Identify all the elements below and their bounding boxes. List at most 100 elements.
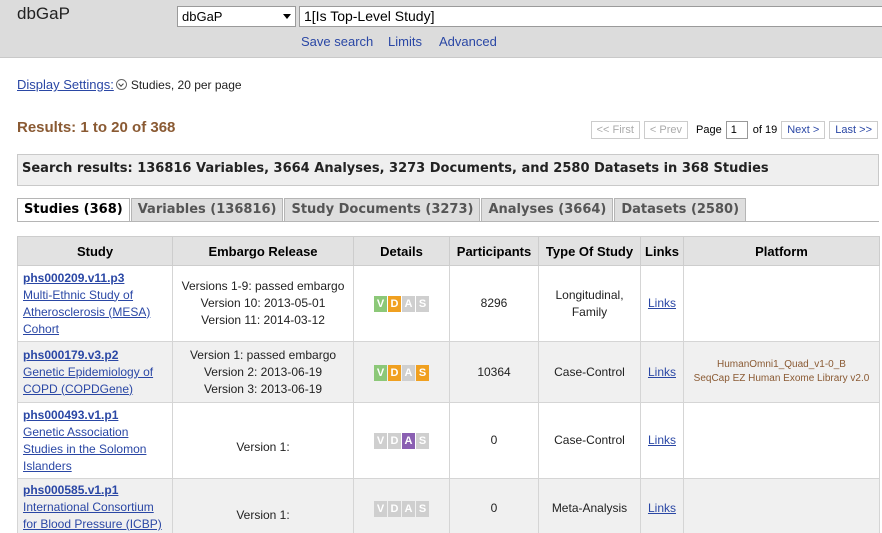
links-cell: Links xyxy=(640,402,684,479)
table-row: phs000493.v1.p1 Genetic Association Stud… xyxy=(17,402,880,479)
first-page-button[interactable]: << First xyxy=(590,121,640,139)
analyses-badge[interactable]: A xyxy=(402,433,415,449)
studies-table: Study Embargo Release Details Participan… xyxy=(17,236,880,533)
variables-badge[interactable]: V xyxy=(374,296,387,312)
results-count-title: Results: 1 to 20 of 368 xyxy=(17,119,176,136)
pager: << First < Prev Page 1 of 19 Next > Last… xyxy=(587,121,878,139)
embargo-line: Version 1: xyxy=(236,508,290,522)
study-name-link[interactable]: Genetic Epidemiology of COPD (COPDGene) xyxy=(23,365,153,396)
study-cell: phs000209.v11.p3 Multi-Ethnic Study of A… xyxy=(17,265,173,342)
embargo-line: Versions 1-9: passed embargo xyxy=(181,279,345,293)
tab-variables[interactable]: Variables (136816) xyxy=(130,198,284,222)
search-results-summary: Search results: 136816 Variables, 3664 A… xyxy=(17,154,879,186)
participants-cell: 10364 xyxy=(449,341,539,403)
tab-analyses[interactable]: Analyses (3664) xyxy=(481,198,614,222)
links-cell: Links xyxy=(640,265,684,342)
variables-badge: V xyxy=(374,433,387,449)
column-header-participants[interactable]: Participants xyxy=(449,236,539,266)
datasets-badge: S xyxy=(416,296,429,312)
search-header: dbGaP dbGaP 1[Is Top-Level Study] Save s… xyxy=(0,0,882,58)
study-id-link[interactable]: phs000209.v11.p3 xyxy=(23,271,124,285)
links-cell: Links xyxy=(640,478,684,533)
display-settings: Display Settings: Studies, 20 per page xyxy=(17,77,242,92)
links-link[interactable]: Links xyxy=(648,501,676,515)
study-type-cell: Longitudinal, Family xyxy=(538,265,641,342)
next-page-button[interactable]: Next > xyxy=(781,121,826,139)
analyses-badge: A xyxy=(402,296,415,312)
platform-cell xyxy=(683,478,880,533)
embargo-cell: Version 1: xyxy=(172,402,354,479)
page-label: Page xyxy=(696,124,722,136)
platform-cell: HumanOmni1_Quad_v1-0_B SeqCap EZ Human E… xyxy=(683,341,880,403)
study-name-link[interactable]: Multi-Ethnic Study of Atherosclerosis (M… xyxy=(23,288,150,336)
page-number-input[interactable]: 1 xyxy=(725,121,748,139)
column-header-platform[interactable]: Platform xyxy=(683,236,880,266)
participants-cell: 0 xyxy=(449,478,539,533)
study-type-cell: Meta-Analysis xyxy=(538,478,641,533)
table-row: phs000209.v11.p3 Multi-Ethnic Study of A… xyxy=(17,265,880,342)
table-row: phs000585.v1.p1 International Consortium… xyxy=(17,478,880,533)
display-settings-link[interactable]: Display Settings: xyxy=(17,77,114,92)
tab-study-documents[interactable]: Study Documents (3273) xyxy=(284,198,481,222)
participants-cell: 8296 xyxy=(449,265,539,342)
page-total: of 19 xyxy=(752,124,778,136)
database-select-value: dbGaP xyxy=(182,9,223,24)
embargo-line: Version 10: 2013-05-01 xyxy=(200,296,326,310)
documents-badge[interactable]: D xyxy=(388,296,401,312)
embargo-line: Version 2: 2013-06-19 xyxy=(203,364,323,379)
embargo-cell: Versions 1-9: passed embargo Version 10:… xyxy=(172,265,354,342)
advanced-link[interactable]: Advanced xyxy=(439,34,497,49)
analyses-badge: A xyxy=(402,501,415,517)
platform-cell xyxy=(683,265,880,342)
embargo-line: Version 11: 2014-03-12 xyxy=(201,313,325,327)
chevron-down-icon[interactable] xyxy=(115,79,127,90)
variables-badge[interactable]: V xyxy=(374,364,387,381)
tab-studies[interactable]: Studies (368) xyxy=(17,198,130,222)
search-input[interactable]: 1[Is Top-Level Study] xyxy=(299,6,882,27)
column-header-details[interactable]: Details xyxy=(353,236,450,266)
study-cell: phs000585.v1.p1 International Consortium… xyxy=(17,478,173,533)
documents-badge: D xyxy=(388,501,401,517)
column-header-study[interactable]: Study xyxy=(17,236,173,266)
details-cell: V D A S xyxy=(353,265,450,342)
platform-name: SeqCap EZ Human Exome Library v2.0 xyxy=(693,373,870,384)
embargo-line: Version 1: passed embargo xyxy=(189,347,337,362)
table-row: phs000179.v3.p2 Genetic Epidemiology of … xyxy=(17,341,880,403)
column-header-embargo[interactable]: Embargo Release xyxy=(172,236,354,266)
prev-page-button[interactable]: < Prev xyxy=(643,121,689,139)
save-search-link[interactable]: Save search xyxy=(301,34,373,49)
study-name-link[interactable]: International Consortium for Blood Press… xyxy=(23,500,162,531)
datasets-badge[interactable]: S xyxy=(416,364,429,381)
last-page-button[interactable]: Last >> xyxy=(829,121,878,139)
links-link[interactable]: Links xyxy=(648,433,676,447)
chevron-down-icon xyxy=(283,14,291,19)
dbgap-logo[interactable]: dbGaP xyxy=(17,4,70,24)
documents-badge: D xyxy=(388,433,401,449)
column-header-links[interactable]: Links xyxy=(640,236,684,266)
limits-link[interactable]: Limits xyxy=(388,34,422,49)
column-header-type[interactable]: Type Of Study xyxy=(538,236,641,266)
details-cell: V D A S xyxy=(353,478,450,533)
study-cell: phs000179.v3.p2 Genetic Epidemiology of … xyxy=(17,341,173,403)
documents-badge[interactable]: D xyxy=(388,364,401,381)
study-id-link[interactable]: phs000493.v1.p1 xyxy=(23,408,118,422)
platform-name: HumanOmni1_Quad_v1-0_B xyxy=(717,359,846,370)
study-id-link[interactable]: phs000179.v3.p2 xyxy=(23,348,118,362)
study-name-link[interactable]: Genetic Association Studies in the Solom… xyxy=(23,425,146,473)
embargo-cell: Version 1: xyxy=(172,478,354,533)
details-cell: V D A S xyxy=(353,402,450,479)
database-select[interactable]: dbGaP xyxy=(177,6,296,27)
links-link[interactable]: Links xyxy=(648,296,676,310)
details-cell: V D A S xyxy=(353,341,450,403)
tab-datasets[interactable]: Datasets (2580) xyxy=(614,198,747,222)
datasets-badge: S xyxy=(416,501,429,517)
links-link[interactable]: Links xyxy=(648,365,676,379)
display-settings-value: Studies, 20 per page xyxy=(130,78,242,92)
analyses-badge: A xyxy=(402,364,415,381)
platform-cell xyxy=(683,402,880,479)
datasets-badge: S xyxy=(416,433,429,449)
study-id-link[interactable]: phs000585.v1.p1 xyxy=(23,483,118,497)
links-cell: Links xyxy=(640,341,684,403)
result-tabs: Studies (368) Variables (136816) Study D… xyxy=(17,198,747,222)
embargo-line: Version 3: 2013-06-19 xyxy=(203,381,323,396)
